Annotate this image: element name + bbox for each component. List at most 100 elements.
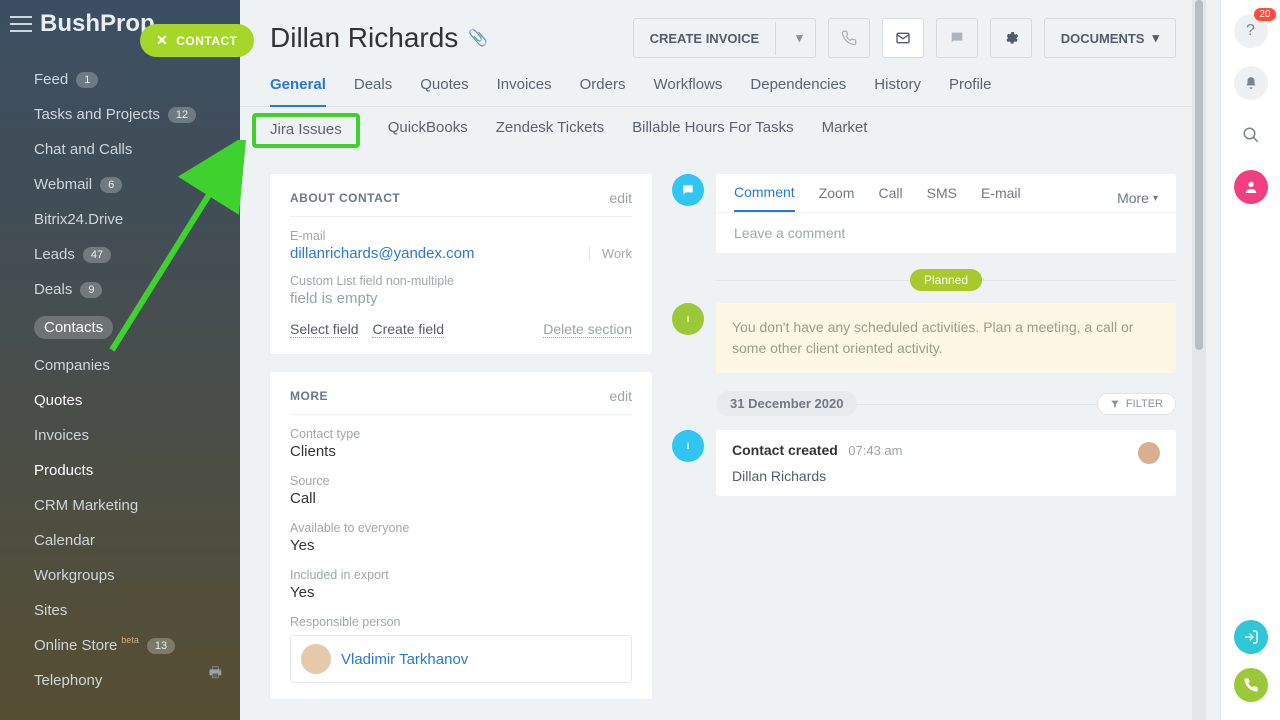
sidebar-item-calendar[interactable]: Calendar: [0, 523, 240, 558]
sidebar-item-products[interactable]: Products: [0, 453, 240, 488]
event-time: 07:43 am: [848, 443, 902, 458]
brand-title: BushProp: [40, 10, 155, 38]
bell-icon[interactable]: [1234, 66, 1268, 100]
sidebar-item-workgroups[interactable]: Workgroups: [0, 558, 240, 593]
tab-market[interactable]: Market: [822, 113, 868, 148]
comment-tab-more[interactable]: More ▾: [1117, 190, 1158, 206]
sidebar-item-online-store[interactable]: Online Storebeta13: [0, 628, 240, 663]
svg-text:i: i: [687, 441, 690, 451]
close-icon[interactable]: ✕: [156, 32, 168, 49]
responsible-label: Responsible person: [290, 615, 632, 629]
chevron-down-icon: ▾: [1152, 30, 1159, 46]
phone-icon[interactable]: [828, 18, 870, 58]
printer-icon[interactable]: 🖶: [209, 662, 222, 686]
tab-billable-hours-for-tasks[interactable]: Billable Hours For Tasks: [632, 113, 793, 148]
comment-tab-zoom[interactable]: Zoom: [819, 185, 855, 211]
chat-icon[interactable]: [936, 18, 978, 58]
select-field-link[interactable]: Select field: [290, 321, 358, 338]
comment-tab-call[interactable]: Call: [878, 185, 902, 211]
filter-button[interactable]: FILTER: [1097, 393, 1176, 415]
contact-panel-button[interactable]: ✕ CONTACT: [140, 24, 254, 57]
help-icon[interactable]: ?20: [1234, 14, 1268, 48]
tab-general[interactable]: General: [270, 70, 326, 107]
sidebar-item-invoices[interactable]: Invoices: [0, 418, 240, 453]
about-heading: ABOUT CONTACT: [290, 191, 400, 205]
sidebar-item-tasks-and-projects[interactable]: Tasks and Projects12: [0, 97, 240, 132]
comment-input[interactable]: Leave a comment: [716, 213, 1176, 253]
edit-link[interactable]: edit: [609, 190, 632, 206]
notification-badge: 20: [1254, 8, 1275, 21]
export-value: Yes: [290, 584, 632, 601]
create-invoice-button[interactable]: CREATE INVOICE ▾: [633, 18, 816, 58]
tab-history[interactable]: History: [874, 70, 921, 106]
gear-icon[interactable]: [990, 18, 1032, 58]
tab-zendesk-tickets[interactable]: Zendesk Tickets: [496, 113, 604, 148]
sidebar-item-sites[interactable]: Sites: [0, 593, 240, 628]
chevron-down-icon[interactable]: ▾: [784, 21, 815, 55]
email-type: Work: [589, 246, 632, 261]
right-rail: ?20: [1220, 0, 1280, 720]
contact-type-label: Contact type: [290, 427, 632, 441]
profile-icon[interactable]: [1234, 170, 1268, 204]
jira-highlight: Jira Issues: [252, 113, 360, 148]
logout-icon[interactable]: [1234, 620, 1268, 654]
create-field-link[interactable]: Create field: [372, 321, 444, 338]
tab-deals[interactable]: Deals: [354, 70, 392, 106]
menu-icon[interactable]: [10, 16, 32, 32]
edit-link[interactable]: edit: [609, 388, 632, 404]
tab-workflows[interactable]: Workflows: [653, 70, 722, 106]
comment-tab-e-mail[interactable]: E-mail: [981, 185, 1021, 211]
sidebar-item-webmail[interactable]: Webmail6: [0, 167, 240, 202]
tab-quickbooks[interactable]: QuickBooks: [388, 113, 468, 148]
documents-button[interactable]: DOCUMENTS ▾: [1044, 18, 1176, 58]
tab-invoices[interactable]: Invoices: [497, 70, 552, 106]
source-label: Source: [290, 474, 632, 488]
tabs-row-2: Jira Issues QuickBooks Zendesk Tickets Bill…: [240, 107, 1206, 158]
sidebar-item-contacts[interactable]: Contacts: [0, 307, 240, 348]
planned-info: You don't have any scheduled activities.…: [716, 303, 1176, 373]
tabs-row-1: General Deals Quotes Invoices Orders Workflow…: [240, 58, 1206, 107]
tab-quotes[interactable]: Quotes: [420, 70, 468, 106]
tab-dependencies[interactable]: Dependencies: [750, 70, 846, 106]
comment-tab-comment[interactable]: Comment: [734, 184, 795, 212]
date-pill: 31 December 2020: [716, 391, 857, 416]
tab-orders[interactable]: Orders: [580, 70, 626, 106]
sidebar-item-chat-and-calls[interactable]: Chat and Calls: [0, 132, 240, 167]
comment-card: Comment Zoom Call SMS E-mail More ▾ Leave a c…: [716, 174, 1176, 253]
more-heading: MORE: [290, 389, 328, 403]
page-header: Dillan Richards 📎 CREATE INVOICE ▾ DOCUM…: [240, 0, 1206, 58]
sidebar-nav: Feed1Tasks and Projects12Chat and CallsW…: [0, 42, 240, 698]
sidebar-item-feed[interactable]: Feed1: [0, 62, 240, 97]
event-card: Contact created 07:43 am Dillan Richards: [716, 430, 1176, 496]
sidebar-item-quotes[interactable]: Quotes: [0, 383, 240, 418]
email-label: E-mail: [290, 229, 632, 243]
email-value[interactable]: dillanrichards@yandex.com: [290, 245, 474, 262]
sidebar-item-leads[interactable]: Leads47: [0, 237, 240, 272]
sidebar-item-telephony[interactable]: Telephony: [0, 663, 240, 698]
header-actions: CREATE INVOICE ▾ DOCUMENTS ▾: [633, 18, 1176, 58]
comment-tab-sms[interactable]: SMS: [927, 185, 957, 211]
clip-icon[interactable]: 📎: [468, 28, 488, 48]
tab-profile[interactable]: Profile: [949, 70, 992, 106]
sidebar-item-deals[interactable]: Deals9: [0, 272, 240, 307]
planned-pill: Planned: [910, 269, 982, 291]
search-icon[interactable]: [1234, 118, 1268, 152]
left-column: ABOUT CONTACT edit E-mail dillanrichards…: [270, 174, 652, 717]
avatar: [301, 644, 331, 674]
info-icon: i: [672, 303, 704, 335]
responsible-person[interactable]: Vladimir Tarkhanov: [290, 635, 632, 683]
page-title: Dillan Richards 📎: [270, 22, 488, 54]
sidebar-item-companies[interactable]: Companies: [0, 348, 240, 383]
tab-jira-issues[interactable]: Jira Issues: [270, 115, 342, 150]
left-sidebar: BushProp ✕ CONTACT Feed1Tasks and Projec…: [0, 0, 240, 720]
sidebar-item-bitrix24-drive[interactable]: Bitrix24.Drive: [0, 202, 240, 237]
right-column: Comment Zoom Call SMS E-mail More ▾ Leave a c…: [672, 174, 1176, 717]
scrollbar[interactable]: [1192, 0, 1206, 720]
responsible-name: Vladimir Tarkhanov: [341, 651, 468, 668]
delete-section-link[interactable]: Delete section: [543, 321, 632, 338]
sidebar-item-crm-marketing[interactable]: CRM Marketing: [0, 488, 240, 523]
available-value: Yes: [290, 537, 632, 554]
event-body: Dillan Richards: [732, 468, 1160, 484]
mail-icon[interactable]: [882, 18, 924, 58]
call-icon[interactable]: [1234, 668, 1268, 702]
